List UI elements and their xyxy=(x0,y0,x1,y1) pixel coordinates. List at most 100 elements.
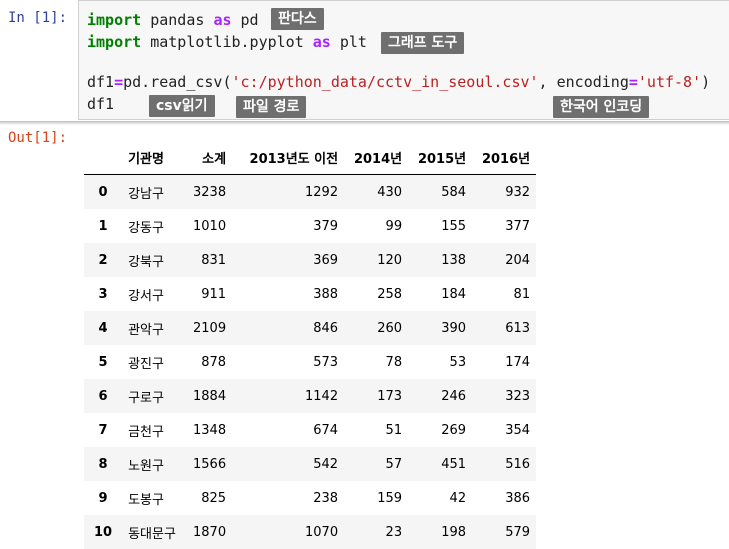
agency-name-cell: 강동구 xyxy=(128,220,164,236)
before-2013-cell: 388 xyxy=(313,286,339,302)
table-row: 2 강북구 831 369 120 138 204 xyxy=(84,243,537,277)
code-line-4: df1=pd.read_csv('c:/python_data/cctv_in_… xyxy=(87,71,710,93)
function-call: pd.read_csv( xyxy=(123,73,232,91)
year-2016-cell: 323 xyxy=(505,388,531,404)
table-row: 7 금천구 1348 674 51 269 354 xyxy=(84,413,536,447)
operator: = xyxy=(114,73,124,91)
close-paren: ) xyxy=(701,73,711,91)
code-line-2: import matplotlib.pyplot as plt xyxy=(87,31,367,53)
table-row: 9 도봉구 825 238 159 42 386 xyxy=(84,481,536,515)
year-2015-cell: 138 xyxy=(441,252,467,268)
row-index-cell: 7 xyxy=(98,422,108,438)
keyword: as xyxy=(213,11,232,29)
before-2013-cell: 1292 xyxy=(305,184,339,200)
year-2015-cell: 269 xyxy=(441,422,467,438)
table-row: 0 강남구 3238 1292 430 584 932 xyxy=(84,174,537,209)
year-2015-cell: 246 xyxy=(441,388,467,404)
year-2015-cell: 42 xyxy=(449,490,467,506)
output-prompt: Out[1]: xyxy=(8,130,68,146)
alias: pd xyxy=(231,11,259,29)
year-2016-cell: 174 xyxy=(505,354,531,370)
year-2014-cell: 99 xyxy=(385,218,403,234)
row-index-cell: 1 xyxy=(98,218,108,234)
agency-name-cell: 강서구 xyxy=(128,288,164,304)
year-2014-cell: 159 xyxy=(377,490,403,506)
module-name: matplotlib.pyplot xyxy=(141,33,313,51)
year-2016-cell: 613 xyxy=(505,320,531,336)
keyword: import xyxy=(87,33,142,51)
subtotal-cell: 878 xyxy=(201,354,227,370)
table-row: 8 노원구 1566 542 57 451 516 xyxy=(84,447,537,481)
table-header-row: 기관명 소계 2013년도 이전 2014년 2015년 2016년 xyxy=(84,140,537,175)
table-row: 4 관악구 2109 846 260 390 613 xyxy=(84,311,537,345)
table-row: 6 구로구 1884 1142 173 246 323 xyxy=(84,379,537,413)
column-header-subtotal: 소계 xyxy=(202,151,227,167)
before-2013-cell: 1070 xyxy=(305,524,339,540)
column-header-2016: 2016년 xyxy=(481,151,531,167)
year-2015-cell: 390 xyxy=(441,320,467,336)
before-2013-cell: 369 xyxy=(313,252,339,268)
year-2014-cell: 260 xyxy=(377,320,403,336)
year-2016-cell: 81 xyxy=(513,286,531,302)
subtotal-cell: 3238 xyxy=(193,184,227,200)
year-2016-cell: 386 xyxy=(505,490,531,506)
encoding-string: 'utf-8' xyxy=(637,73,702,91)
year-2014-cell: 430 xyxy=(377,184,403,200)
agency-name-cell: 구로구 xyxy=(128,390,164,406)
dataframe-table: 기관명 소계 2013년도 이전 2014년 2015년 2016년 0 강남구 3… xyxy=(84,140,537,549)
year-2016-cell: 516 xyxy=(505,456,531,472)
year-2015-cell: 53 xyxy=(449,354,467,370)
agency-name-cell: 강남구 xyxy=(128,186,164,202)
agency-name-cell: 강북구 xyxy=(128,254,164,270)
year-2014-cell: 78 xyxy=(385,354,403,370)
agency-name-cell: 관악구 xyxy=(128,322,164,338)
column-header-index xyxy=(84,140,122,175)
row-index-cell: 2 xyxy=(98,252,108,268)
agency-name-cell: 도봉구 xyxy=(128,492,164,508)
code-line-1: import pandas as pd xyxy=(87,9,259,31)
row-index-cell: 4 xyxy=(98,320,108,336)
annotation-file-path: 파일 경로 xyxy=(236,96,307,118)
agency-name-cell: 광진구 xyxy=(128,356,164,372)
agency-name-cell: 노원구 xyxy=(128,458,164,474)
before-2013-cell: 542 xyxy=(313,456,339,472)
row-index-cell: 10 xyxy=(94,524,113,540)
year-2014-cell: 120 xyxy=(377,252,403,268)
subtotal-cell: 825 xyxy=(201,490,227,506)
alias: plt xyxy=(330,33,367,51)
code-line-5: df1 xyxy=(87,95,115,113)
dataframe-output: 기관명 소계 2013년도 이전 2014년 2015년 2016년 0 강남구 3… xyxy=(84,140,537,549)
year-2014-cell: 57 xyxy=(385,456,403,472)
keyword: as xyxy=(312,33,331,51)
year-2015-cell: 451 xyxy=(441,456,467,472)
year-2016-cell: 932 xyxy=(505,184,531,200)
year-2014-cell: 258 xyxy=(377,286,403,302)
column-header-2014: 2014년 xyxy=(353,151,403,167)
module-name: pandas xyxy=(141,11,214,29)
subtotal-cell: 1884 xyxy=(193,388,227,404)
year-2016-cell: 354 xyxy=(505,422,531,438)
code-cell[interactable]: import pandas as pd import matplotlib.py… xyxy=(78,0,729,120)
file-path-string: 'c:/python_data/cctv_in_seoul.csv' xyxy=(231,73,539,91)
year-2014-cell: 51 xyxy=(385,422,403,438)
row-index-cell: 9 xyxy=(98,490,108,506)
annotation-pandas: 판다스 xyxy=(271,8,324,30)
year-2015-cell: 184 xyxy=(441,286,467,302)
before-2013-cell: 846 xyxy=(313,320,339,336)
subtotal-cell: 1010 xyxy=(193,218,227,234)
table-row: 3 강서구 911 388 258 184 81 xyxy=(84,277,536,311)
column-header-2015: 2015년 xyxy=(417,151,467,167)
table-row: 5 광진구 878 573 78 53 174 xyxy=(84,345,536,379)
year-2015-cell: 198 xyxy=(441,524,467,540)
subtotal-cell: 911 xyxy=(201,286,227,302)
cell-divider xyxy=(0,121,729,125)
row-index-cell: 6 xyxy=(98,388,108,404)
year-2015-cell: 155 xyxy=(441,218,467,234)
before-2013-cell: 379 xyxy=(313,218,339,234)
agency-name-cell: 금천구 xyxy=(128,424,164,440)
year-2016-cell: 204 xyxy=(505,252,531,268)
year-2014-cell: 23 xyxy=(385,524,403,540)
annotation-korean-encoding: 한국어 인코딩 xyxy=(553,96,650,118)
row-index-cell: 3 xyxy=(98,286,108,302)
subtotal-cell: 1348 xyxy=(193,422,227,438)
